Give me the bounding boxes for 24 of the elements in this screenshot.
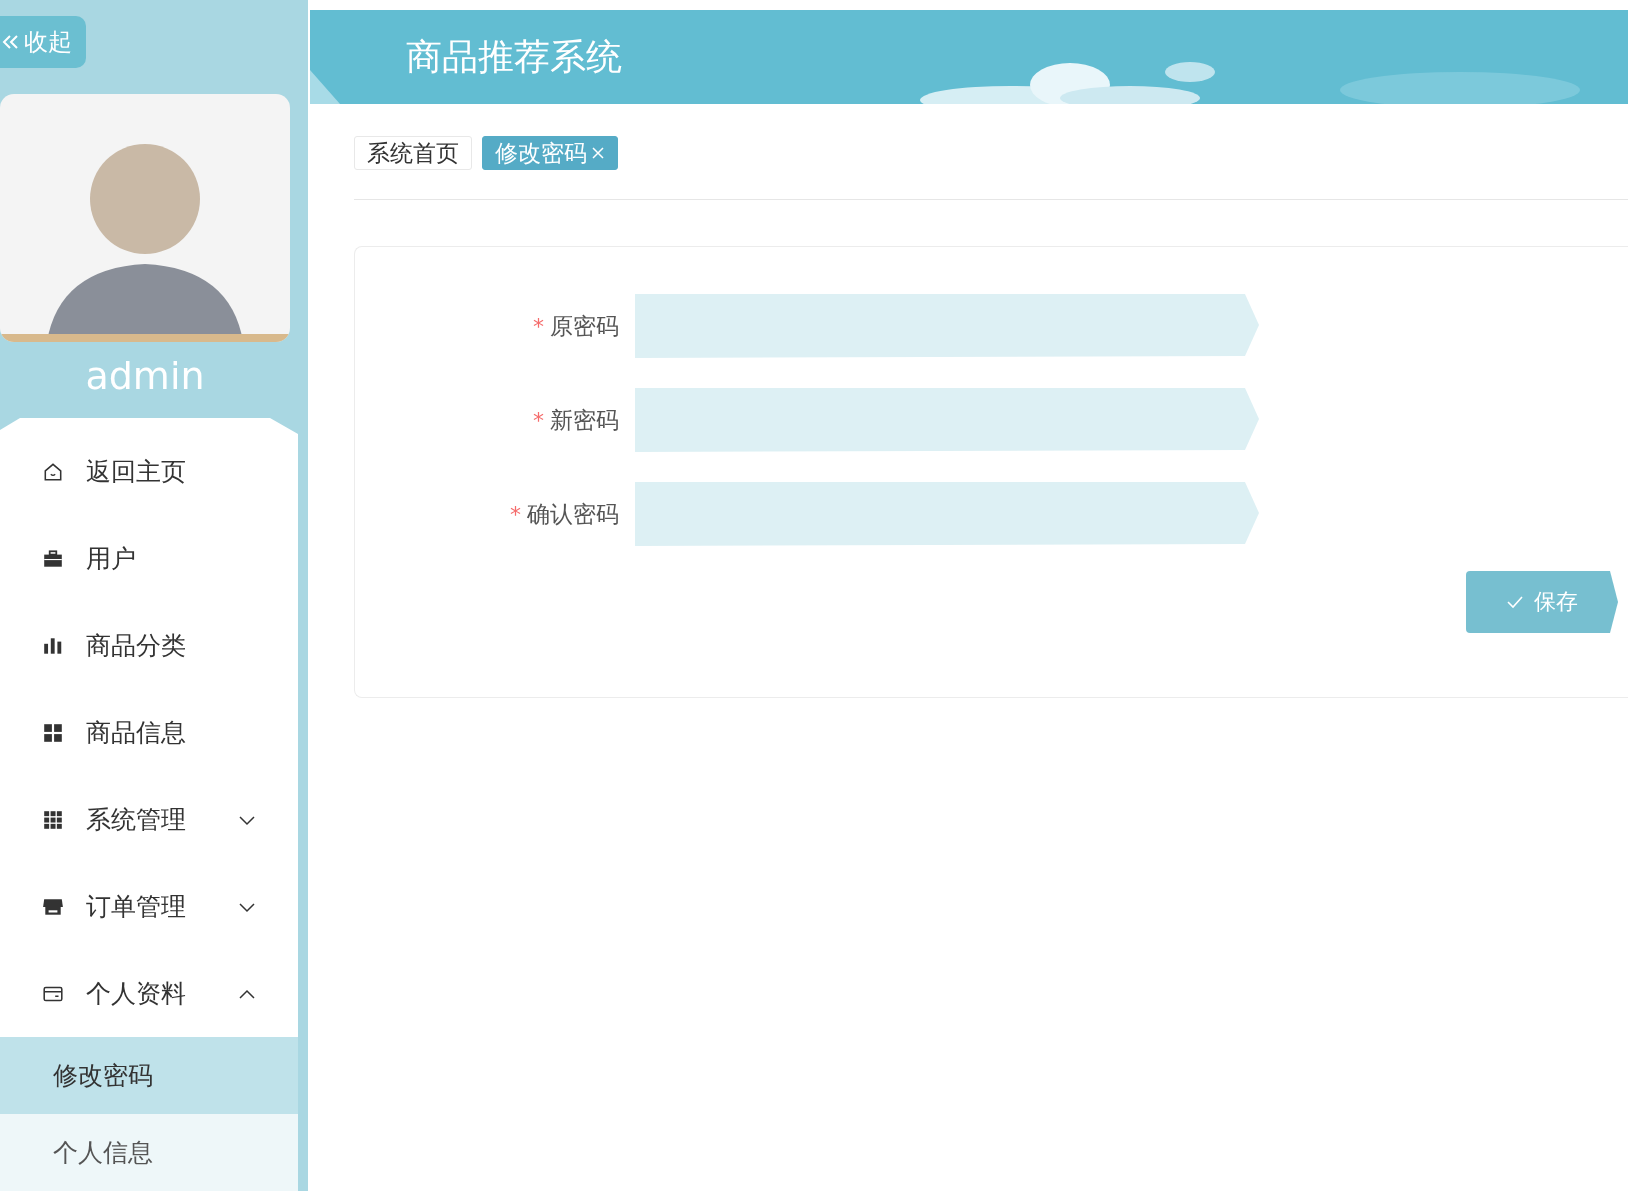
menu-item[interactable]: 商品分类 — [0, 602, 298, 689]
required-mark: * — [510, 501, 521, 527]
menu-item[interactable]: 商品信息 — [0, 689, 298, 776]
submenu-item[interactable]: 个人信息 — [0, 1114, 298, 1191]
close-icon[interactable] — [591, 146, 605, 160]
menu-item[interactable]: 订单管理 — [0, 863, 298, 950]
briefcase-icon — [42, 547, 64, 570]
grid-icon — [42, 721, 64, 744]
required-mark: * — [533, 313, 544, 339]
user-name: admin — [84, 353, 206, 400]
field-label: 原密码 — [550, 311, 619, 341]
field-label: 新密码 — [550, 405, 619, 435]
menu-item[interactable]: 个人资料 — [0, 950, 298, 1037]
menu-item[interactable]: 返回主页 — [0, 428, 298, 515]
tab[interactable]: 系统首页 — [354, 136, 472, 170]
check-icon — [1506, 595, 1524, 609]
grid-icon — [42, 808, 64, 831]
app-title: 商品推荐系统 — [406, 34, 622, 79]
menu-item[interactable]: 用户 — [0, 515, 298, 602]
menu-item[interactable]: 系统管理 — [0, 776, 298, 863]
field-label: 确认密码 — [527, 499, 619, 529]
submenu-item[interactable]: 修改密码 — [0, 1037, 298, 1114]
required-mark: * — [533, 407, 544, 433]
double-chevron-left-icon — [2, 34, 20, 51]
